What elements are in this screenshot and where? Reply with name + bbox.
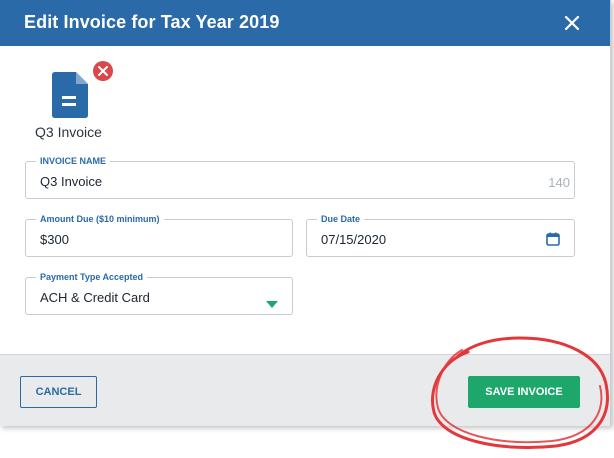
cancel-button[interactable]: CANCEL [20,376,97,408]
invoice-name-label: INVOICE NAME [36,155,111,167]
payment-type-value: ACH & Credit Card [40,290,150,305]
due-date-value: 07/15/2020 [321,232,387,247]
calendar-icon[interactable] [546,232,560,246]
due-date-label: Due Date [317,213,365,225]
payment-type-select[interactable]: Payment Type Accepted ACH & Credit Card [25,271,293,315]
caret-down-icon[interactable] [266,295,278,308]
document-icon [52,72,88,118]
due-date-field[interactable]: Due Date 07/15/2020 [306,213,575,257]
character-counter: 140 [548,175,570,190]
invoice-name-field[interactable]: INVOICE NAME Q3 Invoice 140 [25,155,575,199]
attachment-file-name: Q3 Invoice [35,124,102,140]
invoice-name-value: Q3 Invoice [40,174,103,189]
close-icon[interactable] [558,9,586,37]
save-invoice-button[interactable]: SAVE INVOICE [468,376,580,408]
amount-due-field[interactable]: Amount Due ($10 minimum) $300 [25,213,293,257]
amount-due-value: $300 [40,232,69,247]
dialog-header: Edit Invoice for Tax Year 2019 [0,0,610,46]
edit-invoice-dialog: Edit Invoice for Tax Year 2019 Q3 Invoic… [0,0,611,426]
payment-type-label: Payment Type Accepted [36,271,148,283]
amount-due-label: Amount Due ($10 minimum) [36,213,164,225]
dialog-title: Edit Invoice for Tax Year 2019 [24,12,280,32]
remove-icon[interactable] [92,60,114,82]
